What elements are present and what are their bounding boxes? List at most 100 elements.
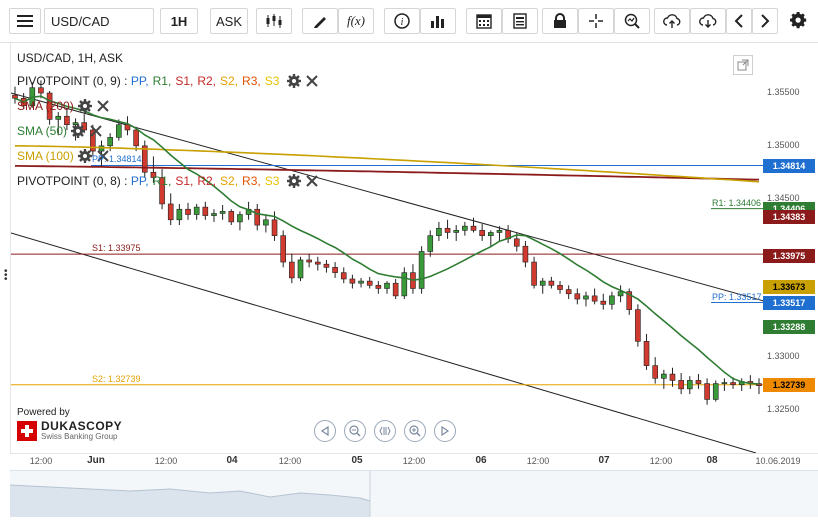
price-tag: 1.33517 xyxy=(763,296,815,310)
legend-row[interactable]: PIVOTPOINT (0, 8) : PP, R1, S1, R2, S2, R3, S3 xyxy=(17,174,319,188)
price-tag: 1.34814 xyxy=(763,159,815,173)
candle-body xyxy=(280,235,286,263)
time-axis-label: 04 xyxy=(226,455,238,466)
legend-row[interactable]: SMA (50) xyxy=(17,124,103,138)
period-selector[interactable]: 1H xyxy=(160,8,198,34)
candle-body xyxy=(548,280,555,286)
price-axis-label: 1.33000 xyxy=(767,351,800,362)
candle-body xyxy=(202,206,209,216)
lock-icon xyxy=(554,13,566,28)
legend-row[interactable]: SMA (200) xyxy=(17,99,110,113)
price-axis-label: 1.35500 xyxy=(767,87,800,97)
news-button[interactable] xyxy=(502,8,538,34)
candle-body xyxy=(237,214,243,223)
legend-level: S3 xyxy=(264,74,280,88)
candle-body xyxy=(479,230,485,236)
powered-by-label: Powered by xyxy=(17,407,70,418)
triangle-right-icon xyxy=(441,426,450,436)
gear-icon[interactable] xyxy=(287,74,302,88)
candle-body xyxy=(583,295,589,300)
candle-body xyxy=(392,282,399,297)
calendar-button[interactable] xyxy=(466,8,502,34)
panel-resize-handle[interactable]: • • • xyxy=(4,267,8,285)
candle-body xyxy=(167,203,174,221)
zoom-out-button[interactable] xyxy=(344,420,366,442)
navigator-series xyxy=(9,471,371,517)
gear-icon[interactable] xyxy=(71,124,86,138)
candle-body xyxy=(254,208,261,226)
legend-level: S1, xyxy=(175,174,194,188)
price-tag: 1.32739 xyxy=(763,378,815,392)
candlestick-icon xyxy=(266,14,282,28)
legend-level: R3, xyxy=(242,74,261,88)
candle-body xyxy=(531,261,537,286)
legend-level: R2, xyxy=(197,174,217,188)
time-axis-label: 12:00 xyxy=(649,456,673,466)
cloud-download-icon xyxy=(699,14,717,28)
menu-button[interactable] xyxy=(9,8,41,34)
close-icon[interactable] xyxy=(305,74,319,88)
chart-title: USD/CAD, 1H, ASK xyxy=(17,51,124,65)
candle-body xyxy=(55,115,62,120)
gear-icon xyxy=(790,12,807,29)
popout-button[interactable] xyxy=(733,55,753,75)
gear-icon[interactable] xyxy=(77,99,92,113)
scroll-back-button[interactable] xyxy=(314,420,336,442)
download-button[interactable] xyxy=(690,8,726,34)
bar-chart-icon xyxy=(431,16,444,28)
triangle-left-icon xyxy=(320,426,329,436)
scroll-right-button[interactable] xyxy=(752,8,778,34)
time-axis-label: 12:00 xyxy=(526,456,550,466)
instrument-selector[interactable]: USD/CAD xyxy=(44,8,154,34)
close-icon[interactable] xyxy=(305,174,319,188)
fit-button[interactable] xyxy=(374,420,396,442)
legend-row[interactable]: PIVOTPOINT (0, 9) : PP, R1, S1, R2, S2, R3, S3 xyxy=(17,74,319,88)
candle-body xyxy=(176,208,183,221)
zoom-tool-button[interactable] xyxy=(614,8,650,34)
candle-body xyxy=(263,219,269,226)
price-axis: 1.35500 1.35000 1.34500 1.33000 1.32500 1.348… xyxy=(763,43,818,453)
pp-line-label: PP: 1.34814 xyxy=(92,154,142,165)
scroll-left-button[interactable] xyxy=(726,8,752,34)
settings-button[interactable] xyxy=(786,8,812,34)
crosshair-icon xyxy=(589,14,603,28)
legend-label: PIVOTPOINT (0, 8) xyxy=(17,174,121,188)
candle-body xyxy=(539,280,546,286)
chart-type-button[interactable] xyxy=(256,8,292,34)
candle-body xyxy=(470,225,477,231)
candle-body xyxy=(401,272,408,297)
candle-body xyxy=(436,227,442,236)
candle-body xyxy=(609,295,615,305)
candle-body xyxy=(375,285,382,289)
magnifier-chart-icon xyxy=(624,13,640,29)
lock-button[interactable] xyxy=(542,8,578,34)
hamburger-icon xyxy=(17,15,33,27)
crosshair-button[interactable] xyxy=(578,8,614,34)
candle-body xyxy=(116,124,122,138)
time-axis-label: 05 xyxy=(351,455,363,466)
candle-body xyxy=(133,129,139,147)
info-button[interactable]: i xyxy=(384,8,420,34)
candle-body xyxy=(271,219,278,236)
gear-icon[interactable] xyxy=(77,149,92,163)
volume-button[interactable] xyxy=(420,8,456,34)
draw-tool-button[interactable] xyxy=(302,8,338,34)
navigator-strip[interactable] xyxy=(9,470,818,517)
brand-name: DUKASCOPY xyxy=(41,419,123,433)
legend-level: R1, xyxy=(152,74,172,88)
side-selector[interactable]: ASK xyxy=(210,8,248,34)
side-label: ASK xyxy=(215,13,242,29)
candle-body xyxy=(193,206,200,215)
indicators-button[interactable]: f(x) xyxy=(338,8,374,34)
scroll-forward-button[interactable] xyxy=(434,420,456,442)
zoom-in-button[interactable] xyxy=(404,420,426,442)
upload-button[interactable] xyxy=(654,8,690,34)
candle-body xyxy=(565,289,572,295)
calendar-icon xyxy=(476,14,492,29)
gear-icon[interactable] xyxy=(287,174,302,188)
close-icon[interactable] xyxy=(96,99,110,113)
candle-body xyxy=(574,293,581,300)
legend-label: PIVOTPOINT (0, 9) xyxy=(17,74,121,88)
candle-body xyxy=(306,259,312,263)
close-icon[interactable] xyxy=(89,124,103,138)
